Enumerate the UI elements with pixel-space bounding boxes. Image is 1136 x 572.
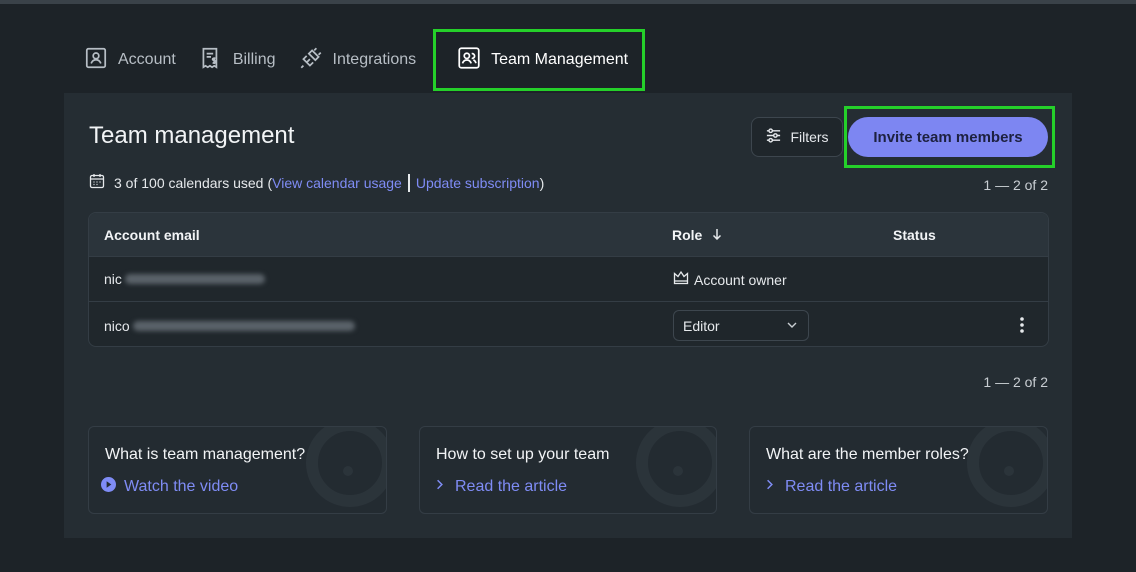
question-illustration-icon xyxy=(967,427,1047,507)
card-link-label: Watch the video xyxy=(124,478,239,495)
email-redacted xyxy=(124,274,265,284)
more-options-icon[interactable] xyxy=(1014,314,1030,336)
view-calendar-usage-link[interactable]: View calendar usage xyxy=(272,175,402,191)
tab-account[interactable]: Account xyxy=(72,30,187,90)
calendar-usage: 3 of 100 calendars used ( View calendar … xyxy=(89,173,544,192)
link-separator xyxy=(407,173,410,192)
header-account-email: Account email xyxy=(104,227,200,243)
chevron-down-icon xyxy=(786,318,798,334)
update-subscription-link[interactable]: Update subscription xyxy=(416,175,540,191)
row-email: nic xyxy=(104,271,265,287)
team-management-panel: Team management Filters Invite team memb… xyxy=(64,93,1072,538)
role-text: Account owner xyxy=(694,271,787,288)
watch-video-link[interactable]: Watch the video xyxy=(101,477,238,497)
pagination-bottom: 1 — 2 of 2 xyxy=(983,374,1048,390)
chevron-right-icon xyxy=(432,477,447,497)
question-illustration-icon xyxy=(306,427,386,507)
team-icon xyxy=(456,45,482,76)
sort-down-arrow-icon xyxy=(712,227,722,243)
filters-label: Filters xyxy=(790,129,829,145)
tab-integrations-label: Integrations xyxy=(332,51,417,68)
table-row: nico Editor xyxy=(89,301,1048,346)
usage-text: 3 of 100 calendars used xyxy=(114,174,264,191)
email-visible-text: nic xyxy=(104,271,122,287)
role-select[interactable]: Editor xyxy=(673,310,809,341)
team-table: Account email Role Status nic Account ow… xyxy=(88,212,1049,347)
chevron-right-icon xyxy=(762,477,777,497)
tab-billing[interactable]: Billing xyxy=(187,30,287,90)
settings-tabs: Account Billing Integrations Team Manage… xyxy=(72,29,646,91)
page-title: Team management xyxy=(89,122,295,149)
table-header: Account email Role Status xyxy=(89,213,1048,256)
sliders-icon xyxy=(765,127,782,147)
card-link-label: Read the article xyxy=(785,478,898,495)
question-illustration-icon xyxy=(636,427,716,507)
email-redacted xyxy=(132,321,355,331)
user-card-icon xyxy=(83,45,109,76)
tab-billing-label: Billing xyxy=(232,51,276,68)
email-visible-text: nico xyxy=(104,318,130,334)
invite-team-members-button[interactable]: Invite team members xyxy=(848,117,1048,157)
header-role-label: Role xyxy=(672,227,703,243)
tab-team-management[interactable]: Team Management xyxy=(433,29,646,91)
row-email: nico xyxy=(104,318,355,334)
tab-account-label: Account xyxy=(118,51,176,68)
table-row: nic Account owner xyxy=(89,256,1048,301)
card-title: How to set up your team xyxy=(436,446,610,463)
help-card-team-management[interactable]: What is team management? Watch the video xyxy=(88,426,387,514)
read-article-link[interactable]: Read the article xyxy=(762,477,897,497)
read-article-link[interactable]: Read the article xyxy=(432,477,567,497)
top-bar xyxy=(0,0,1136,4)
card-title: What is team management? xyxy=(105,446,306,463)
help-card-setup-team[interactable]: How to set up your team Read the article xyxy=(419,426,717,514)
card-link-label: Read the article xyxy=(455,478,568,495)
role-select-value: Editor xyxy=(683,317,720,334)
pagination-top: 1 — 2 of 2 xyxy=(983,177,1048,193)
usage-close-paren: ) xyxy=(539,174,545,191)
plug-icon xyxy=(298,45,324,76)
tab-team-management-label: Team Management xyxy=(491,51,629,68)
role-account-owner: Account owner xyxy=(673,270,787,289)
tab-integrations[interactable]: Integrations xyxy=(287,30,428,90)
receipt-icon xyxy=(198,45,224,76)
help-card-member-roles[interactable]: What are the member roles? Read the arti… xyxy=(749,426,1048,514)
play-icon xyxy=(101,477,116,497)
header-role[interactable]: Role xyxy=(672,227,722,243)
calendar-icon xyxy=(89,173,114,192)
header-status: Status xyxy=(893,227,936,243)
card-title: What are the member roles? xyxy=(766,446,969,463)
filters-button[interactable]: Filters xyxy=(751,117,843,157)
crown-icon xyxy=(673,270,689,289)
